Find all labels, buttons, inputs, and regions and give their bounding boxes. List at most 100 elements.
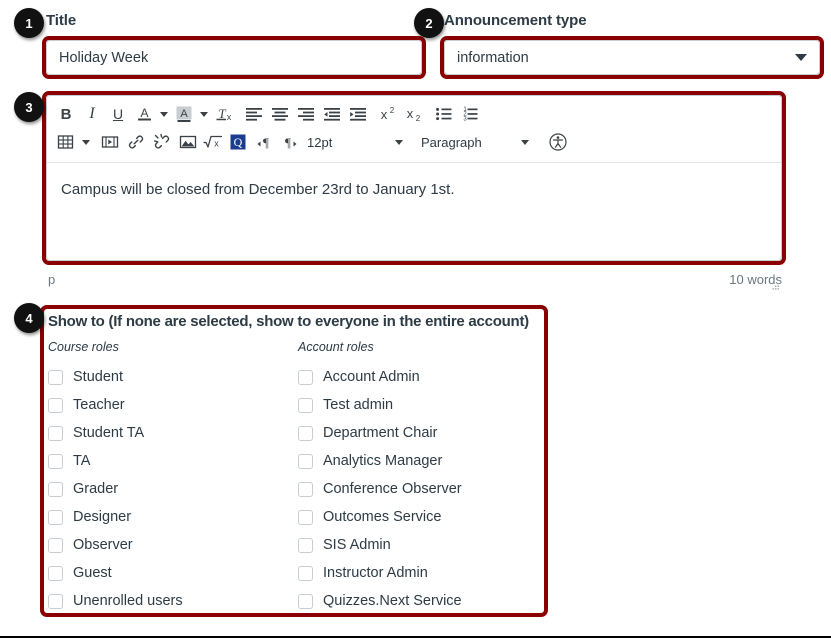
quizzes-icon[interactable]: Q (225, 129, 251, 155)
svg-text:A: A (140, 106, 148, 120)
checkbox-label: Designer (73, 509, 132, 525)
checkbox-instructor-admin[interactable] (298, 565, 313, 581)
checkbox-label: Guest (73, 565, 112, 581)
unlink-icon[interactable] (149, 129, 175, 155)
list-item[interactable]: TA (48, 447, 298, 475)
background-color-caret-icon[interactable] (197, 101, 211, 127)
account-roles-column: Account roles Account Admin Test admin D… (298, 340, 548, 615)
block-format-caret-icon (521, 139, 529, 145)
text-color-icon[interactable]: A (131, 101, 157, 127)
rtl-direction-icon[interactable]: ¶ (277, 129, 303, 155)
block-format-select[interactable]: Paragraph (421, 129, 541, 155)
checkbox-designer[interactable] (48, 509, 63, 525)
list-item[interactable]: Student (48, 363, 298, 391)
list-item[interactable]: Outcomes Service (298, 503, 548, 531)
editor-toolbar-row-2: x Q ¶ ¶ 12pt Paragraph (53, 128, 775, 156)
checkbox-guest[interactable] (48, 565, 63, 581)
checkbox-conference-observer[interactable] (298, 481, 313, 497)
checkbox-label: Grader (73, 481, 119, 497)
superscript-icon[interactable]: x 2 (375, 101, 401, 127)
checkbox-label: Department Chair (323, 425, 438, 441)
editor-element-path: p (48, 271, 56, 287)
italic-icon[interactable]: I (79, 101, 105, 127)
list-item[interactable]: SIS Admin (298, 531, 548, 559)
checkbox-test-admin[interactable] (298, 397, 313, 413)
list-item[interactable]: Test admin (298, 391, 548, 419)
editor-resize-grip-icon[interactable] (770, 282, 780, 292)
checkbox-observer[interactable] (48, 537, 63, 553)
indent-icon[interactable] (345, 101, 371, 127)
subscript-icon[interactable]: x 2 (401, 101, 427, 127)
checkbox-sis-admin[interactable] (298, 537, 313, 553)
editor-toolbar-row-1: B I U A A T x x 2 x 2 1 2 3 (53, 100, 775, 128)
annotation-badge-2: 2 (414, 8, 444, 38)
checkbox-teacher[interactable] (48, 397, 63, 413)
editor-status-bar: p 10 words (48, 268, 782, 290)
checkbox-unenrolled-users[interactable] (48, 593, 63, 609)
numbered-list-icon[interactable]: 1 2 3 (457, 101, 483, 127)
list-item[interactable]: Analytics Manager (298, 447, 548, 475)
annotation-badge-3: 3 (14, 92, 44, 122)
font-size-value: 12pt (307, 134, 333, 150)
list-item[interactable]: Observer (48, 531, 298, 559)
editor-toolbar: B I U A A T x x 2 x 2 1 2 3 x Q ¶ ¶ 12pt… (47, 96, 781, 163)
align-right-icon[interactable] (293, 101, 319, 127)
checkbox-ta[interactable] (48, 453, 63, 469)
list-item[interactable]: Quizzes.Next Service (298, 587, 548, 615)
title-label: Title (46, 12, 77, 29)
block-format-value: Paragraph (421, 134, 482, 150)
table-caret-icon[interactable] (79, 129, 93, 155)
checkbox-label: Teacher (73, 397, 125, 413)
list-item[interactable]: Guest (48, 559, 298, 587)
align-center-icon[interactable] (267, 101, 293, 127)
checkbox-account-admin[interactable] (298, 369, 313, 385)
list-item[interactable]: Designer (48, 503, 298, 531)
editor-content-area[interactable]: Campus will be closed from December 23rd… (47, 163, 781, 216)
text-color-caret-icon[interactable] (157, 101, 171, 127)
checkbox-quizzes-next-service[interactable] (298, 593, 313, 609)
svg-text:x: x (407, 106, 414, 121)
list-item[interactable]: Unenrolled users (48, 587, 298, 615)
checkbox-label: TA (73, 453, 91, 469)
announcement-type-select[interactable]: information (444, 40, 820, 75)
image-icon[interactable] (175, 129, 201, 155)
background-color-icon[interactable]: A (171, 101, 197, 127)
font-size-select[interactable]: 12pt (307, 129, 417, 155)
list-item[interactable]: Grader (48, 475, 298, 503)
checkbox-grader[interactable] (48, 481, 63, 497)
checkbox-label: Account Admin (323, 369, 420, 385)
accessibility-checker-icon[interactable] (545, 129, 571, 155)
checkbox-department-chair[interactable] (298, 425, 313, 441)
list-item[interactable]: Student TA (48, 419, 298, 447)
ltr-direction-icon[interactable]: ¶ (251, 129, 277, 155)
media-icon[interactable] (97, 129, 123, 155)
bold-icon[interactable]: B (53, 101, 79, 127)
checkbox-analytics-manager[interactable] (298, 453, 313, 469)
editor-body-text: Campus will be closed from December 23rd… (61, 181, 455, 198)
list-item[interactable]: Instructor Admin (298, 559, 548, 587)
account-roles-heading: Account roles (298, 340, 374, 354)
roles-columns: Course roles Student Teacher Student TA … (40, 330, 548, 615)
math-equation-icon[interactable]: x (201, 129, 225, 155)
link-icon[interactable] (123, 129, 149, 155)
chevron-down-icon (795, 54, 807, 61)
clear-formatting-icon[interactable]: T x (211, 101, 237, 127)
list-item[interactable]: Department Chair (298, 419, 548, 447)
outdent-icon[interactable] (319, 101, 345, 127)
bulleted-list-icon[interactable] (431, 101, 457, 127)
align-left-icon[interactable] (241, 101, 267, 127)
checkbox-student[interactable] (48, 369, 63, 385)
checkbox-outcomes-service[interactable] (298, 509, 313, 525)
course-roles-column: Course roles Student Teacher Student TA … (48, 340, 298, 615)
list-item[interactable]: Account Admin (298, 363, 548, 391)
table-icon[interactable] (53, 129, 79, 155)
underline-icon[interactable]: U (105, 101, 131, 127)
svg-text:2: 2 (416, 114, 421, 123)
checkbox-label: Instructor Admin (323, 565, 428, 581)
list-item[interactable]: Teacher (48, 391, 298, 419)
checkbox-student-ta[interactable] (48, 425, 63, 441)
list-item[interactable]: Conference Observer (298, 475, 548, 503)
annotation-badge-4: 4 (14, 303, 44, 333)
svg-text:x: x (214, 139, 219, 149)
title-input[interactable] (46, 40, 422, 75)
